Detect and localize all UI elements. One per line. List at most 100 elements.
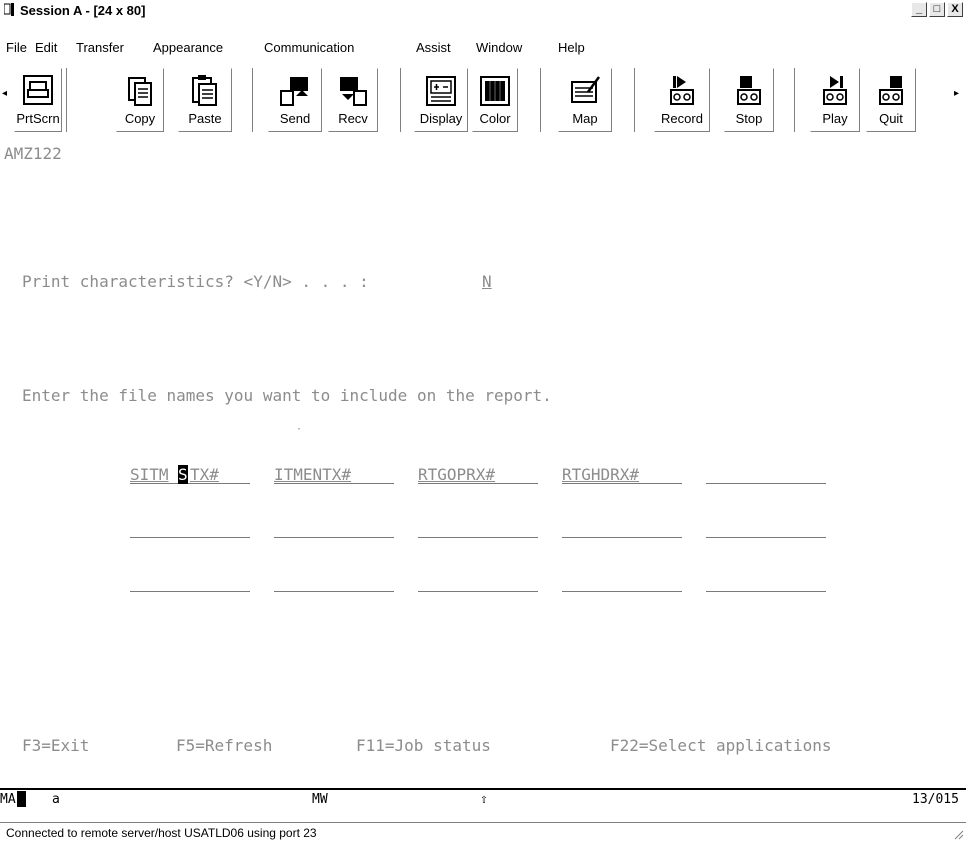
maximize-button[interactable]: □ <box>929 2 945 17</box>
file-name-value-part: SITM <box>130 465 169 484</box>
send-icon <box>280 77 308 106</box>
print-prompt: Print characteristics? <Y/N> . . . : <box>22 272 369 291</box>
title-bar: Session A - [24 x 80] _ □ X <box>0 0 966 20</box>
menu-transfer[interactable]: Transfer <box>76 40 124 55</box>
menu-bar: File Edit Transfer Appearance Communicat… <box>0 36 966 58</box>
color-label: Color <box>479 111 511 126</box>
toolbar-separator <box>66 68 68 132</box>
menu-file[interactable]: File <box>6 40 27 55</box>
toolbar-separator <box>634 68 636 132</box>
paste-button[interactable]: Paste <box>178 68 232 132</box>
file-name-input[interactable] <box>274 516 394 538</box>
send-label: Send <box>279 111 311 126</box>
send-button[interactable]: Send <box>268 68 322 132</box>
toolbar: ◂ PrtScrn Copy Paste Send Recv Display C… <box>0 64 966 140</box>
prtscrn-label: PrtScrn <box>16 111 60 126</box>
prtscrn-button[interactable]: PrtScrn <box>14 68 62 132</box>
resize-grip-icon[interactable] <box>952 828 964 840</box>
oia-user: MW <box>312 792 328 807</box>
minimize-button[interactable]: _ <box>911 2 927 17</box>
stop-button[interactable]: Stop <box>724 68 774 132</box>
oia-session: a <box>52 792 60 807</box>
menu-appearance[interactable]: Appearance <box>153 40 223 55</box>
recv-label: Recv <box>338 111 368 126</box>
toolbar-separator <box>540 68 542 132</box>
printer-icon <box>23 75 53 105</box>
play-label: Play <box>822 111 848 126</box>
map-icon <box>571 76 601 103</box>
file-name-input[interactable] <box>706 570 826 592</box>
file-name-input[interactable] <box>274 570 394 592</box>
f22-select-applications-key[interactable]: F22=Select applications <box>610 736 832 755</box>
close-button[interactable]: X <box>947 2 963 17</box>
menu-edit[interactable]: Edit <box>35 40 57 55</box>
toolbar-separator <box>252 68 254 132</box>
file-name-input[interactable] <box>706 462 826 484</box>
instructions-text: Enter the file names you want to include… <box>22 386 552 405</box>
file-name-value: ITMENTX# <box>274 465 352 484</box>
file-name-input[interactable] <box>130 516 250 538</box>
stop-label: Stop <box>735 111 763 126</box>
receive-icon <box>340 77 367 106</box>
record-button[interactable]: Record <box>654 68 710 132</box>
file-name-input[interactable] <box>706 516 826 538</box>
status-bar: Connected to remote server/host USATLD06… <box>0 822 966 842</box>
shift-indicator-icon: ⇧ <box>480 792 488 807</box>
program-id: AMZ122 <box>4 144 62 163</box>
display-button[interactable]: Display <box>414 68 468 132</box>
oia-cursor-block <box>17 791 26 807</box>
file-name-input[interactable]: RTGOPRX# <box>418 462 538 484</box>
file-name-input[interactable] <box>130 570 250 592</box>
record-icon <box>670 76 694 105</box>
copy-button[interactable]: Copy <box>116 68 164 132</box>
recv-button[interactable]: Recv <box>328 68 378 132</box>
file-name-input[interactable] <box>562 570 682 592</box>
terminal-screen[interactable]: AMZ122 Print characteristics? <Y/N> . . … <box>0 140 966 788</box>
file-name-value: RTGOPRX# <box>418 465 496 484</box>
record-label: Record <box>661 111 703 126</box>
paste-label: Paste <box>188 111 222 126</box>
file-name-input[interactable] <box>562 516 682 538</box>
file-name-value: RTGHDRX# <box>562 465 640 484</box>
color-button[interactable]: Color <box>472 68 518 132</box>
copy-label: Copy <box>124 111 156 126</box>
file-name-input[interactable] <box>418 570 538 592</box>
oia-indicator: MA <box>0 792 16 807</box>
toolbar-separator <box>794 68 796 132</box>
toolbar-scroll-left-icon[interactable]: ◂ <box>2 88 7 99</box>
session-icon[interactable] <box>4 3 14 16</box>
toolbar-scroll-right-icon[interactable]: ▸ <box>954 88 959 99</box>
window-title: Session A - [24 x 80] <box>20 3 146 18</box>
print-characteristics-input[interactable]: N <box>482 272 492 291</box>
play-icon <box>823 76 847 105</box>
f11-job-status-key[interactable]: F11=Job status <box>356 736 491 755</box>
toolbar-separator <box>400 68 402 132</box>
cursor-position: 13/015 <box>912 792 959 807</box>
menu-assist[interactable]: Assist <box>416 40 451 55</box>
menu-communication[interactable]: Communication <box>264 40 354 55</box>
file-name-input[interactable] <box>418 516 538 538</box>
color-icon <box>480 76 510 106</box>
quit-label: Quit <box>879 111 903 126</box>
paste-icon <box>192 75 217 106</box>
menu-help[interactable]: Help <box>558 40 585 55</box>
play-button[interactable]: Play <box>810 68 860 132</box>
map-button[interactable]: Map <box>558 68 612 132</box>
file-name-input[interactable]: SITM S TX# <box>130 462 250 484</box>
f3-exit-key[interactable]: F3=Exit <box>22 736 89 755</box>
operator-info-area: MA a MW ⇧ 13/015 <box>0 788 966 810</box>
display-label: Display <box>419 111 463 126</box>
stray-dot: · <box>296 424 303 435</box>
map-label: Map <box>572 111 598 126</box>
file-name-value-part: TX# <box>190 465 219 484</box>
quit-icon <box>879 76 903 105</box>
quit-button[interactable]: Quit <box>866 68 916 132</box>
file-name-input[interactable]: ITMENTX# <box>274 462 394 484</box>
file-name-input[interactable]: RTGHDRX# <box>562 462 682 484</box>
f5-refresh-key[interactable]: F5=Refresh <box>176 736 272 755</box>
text-cursor: S <box>178 465 188 484</box>
menu-window[interactable]: Window <box>476 40 522 55</box>
display-icon <box>426 76 456 106</box>
stop-icon <box>737 76 761 105</box>
copy-icon <box>128 77 152 106</box>
